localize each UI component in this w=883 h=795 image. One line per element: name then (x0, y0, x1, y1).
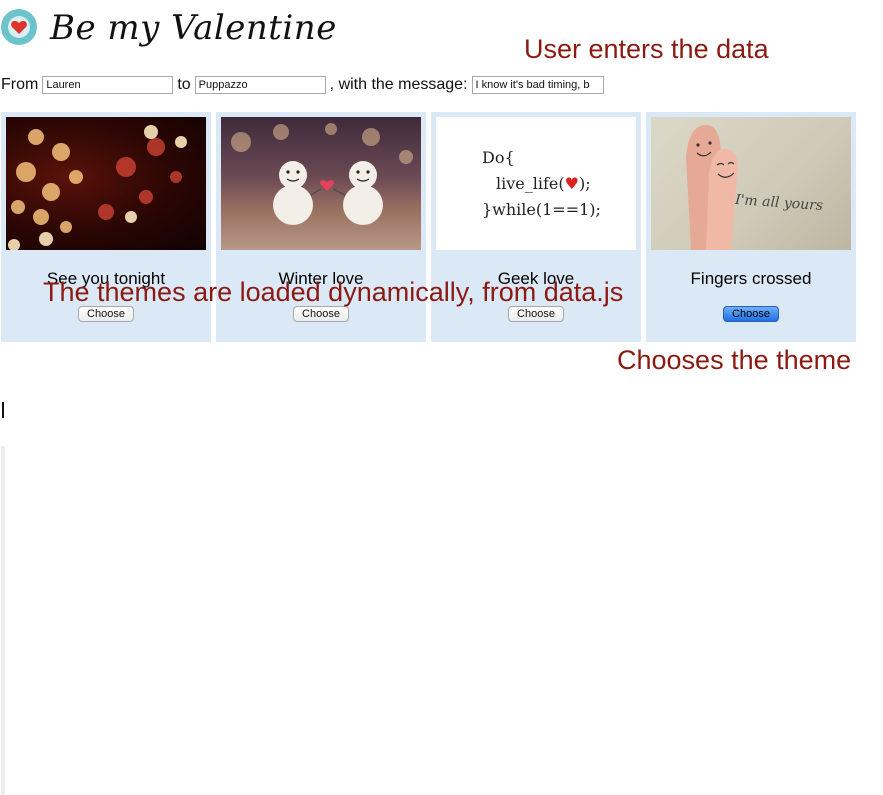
code-line: }while(1==1); (482, 200, 601, 219)
to-input[interactable] (194, 76, 326, 94)
choose-button[interactable]: Choose (293, 306, 349, 322)
message-form: From to , with the message: (1, 76, 608, 94)
finger-faces-image: I'm all yours (651, 117, 851, 250)
annotation-enters-data: User enters the data (524, 34, 769, 64)
annotation-chooses-theme: Chooses the theme (617, 345, 852, 375)
text-cursor (2, 402, 4, 418)
theme-card-fingers-crossed: I'm all yours Fingers crossed Choose (646, 112, 856, 342)
preview-pane-edge (1, 446, 5, 795)
page-title: Be my Valentine (50, 8, 337, 48)
code-snippet-image: Do{ live_life(♥); }while(1==1); (436, 117, 636, 250)
app-header: Be my Valentine (0, 6, 400, 56)
annotation-themes-loaded: The themes are loaded dynamically, from … (43, 277, 624, 307)
code-line: live_life(♥); (496, 174, 591, 193)
theme-name: Fingers crossed (690, 269, 812, 288)
code-line: Do{ (482, 148, 515, 167)
snowmen-heart-image (221, 117, 421, 250)
bokeh-hearts-image (6, 117, 206, 250)
message-label: , with the message: (329, 76, 468, 93)
choose-button[interactable]: Choose (508, 306, 564, 322)
message-input[interactable] (471, 76, 604, 94)
choose-button-selected[interactable]: Choose (723, 306, 779, 322)
heart-badge-icon (1, 9, 37, 45)
choose-button[interactable]: Choose (78, 306, 134, 322)
to-label: to (177, 76, 191, 93)
from-input[interactable] (42, 76, 174, 94)
heart-icon: ♥ (564, 174, 579, 193)
from-label: From (1, 76, 39, 93)
